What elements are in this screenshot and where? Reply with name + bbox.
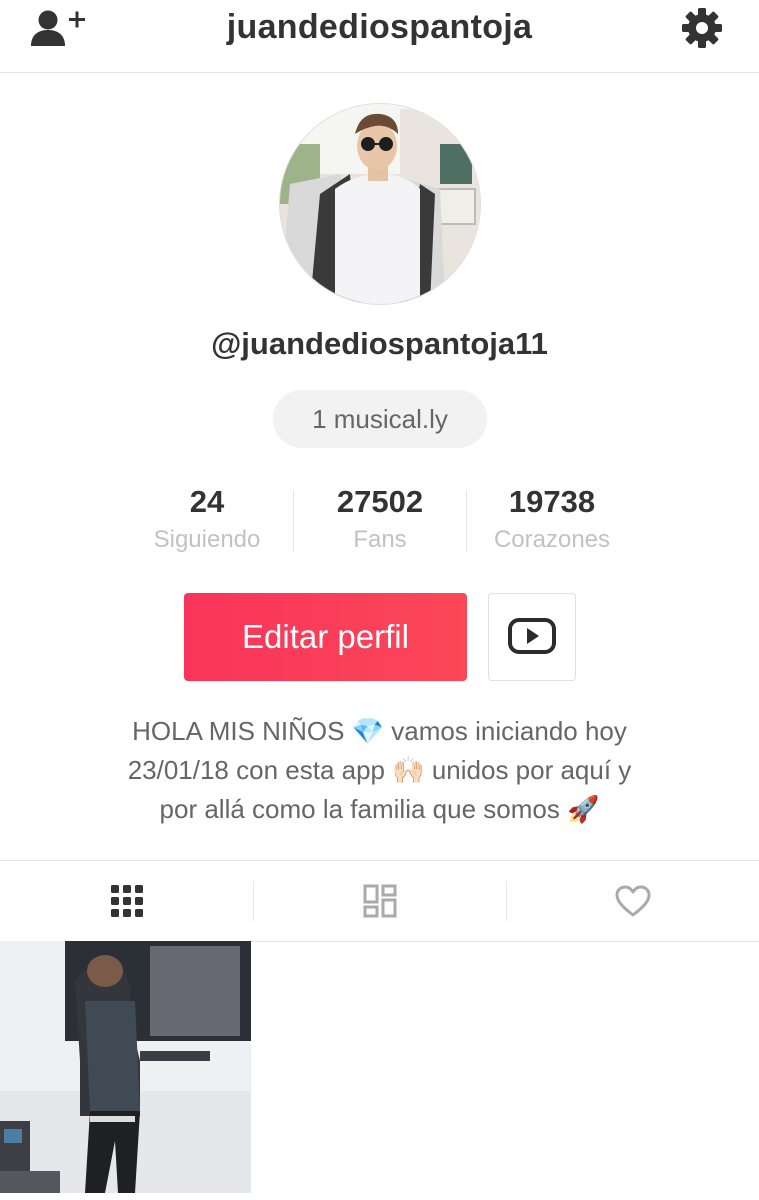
stat-hearts[interactable]: 19738 Corazones: [482, 480, 622, 554]
profile-avatar[interactable]: [279, 103, 481, 305]
divider: [466, 490, 467, 552]
bio-line: por allá como la familia que somos 🚀: [159, 794, 600, 824]
top-bar: juandediospantoja: [0, 0, 759, 73]
duet-grid-icon: [363, 884, 396, 918]
profile-bio: HOLA MIS NIÑOS 💎 vamos iniciando hoy 23/…: [60, 712, 699, 829]
stat-label: Corazones: [493, 526, 611, 553]
videos-count-pill[interactable]: 1 musical.ly: [273, 390, 487, 448]
tab-liked[interactable]: [506, 861, 759, 941]
divider: [293, 490, 294, 552]
stat-following[interactable]: 24 Siguiendo: [140, 480, 274, 554]
page-title: juandediospantoja: [226, 8, 533, 46]
video-thumbnail[interactable]: [0, 941, 251, 1193]
heart-icon: [615, 885, 650, 917]
edit-profile-button[interactable]: Editar perfil: [184, 593, 467, 681]
profile-stats: 24 Siguiendo 27502 Fans 19738 Corazones: [0, 480, 759, 560]
stat-label: Siguiendo: [153, 526, 261, 553]
content-tabs: [0, 860, 759, 942]
stat-value: 24: [189, 484, 225, 519]
tab-duets[interactable]: [253, 861, 506, 941]
bio-line: 23/01/18 con esta app 🙌🏻 unidos por aquí…: [127, 755, 632, 785]
stat-value: 19738: [508, 484, 596, 519]
stat-value: 27502: [336, 484, 424, 519]
gear-icon[interactable]: [680, 6, 724, 50]
grid-icon: [110, 885, 143, 917]
stat-label: Fans: [353, 526, 407, 553]
youtube-icon: [508, 618, 556, 654]
stat-fans[interactable]: 27502 Fans: [313, 480, 447, 554]
profile-handle: @juandediospantoja11: [211, 326, 548, 361]
youtube-button[interactable]: [488, 593, 576, 681]
tab-videos[interactable]: [0, 861, 253, 941]
bio-line: HOLA MIS NIÑOS 💎 vamos iniciando hoy: [132, 716, 627, 746]
